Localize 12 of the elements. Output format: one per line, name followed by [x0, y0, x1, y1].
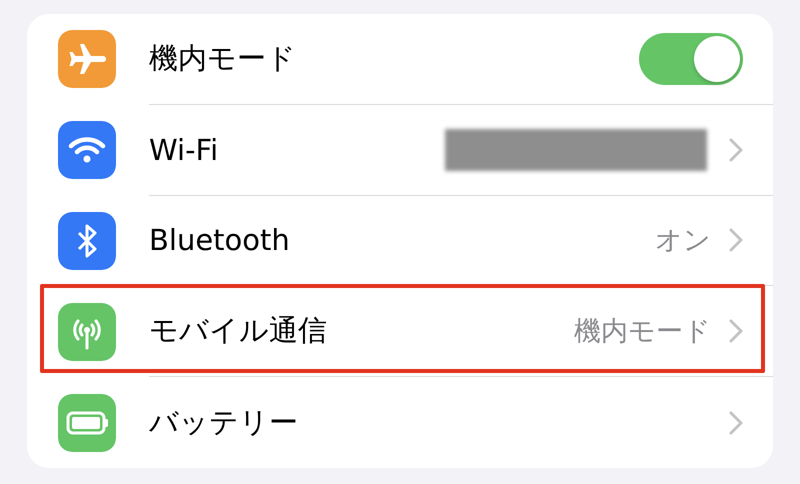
- chevron-icon: [729, 138, 743, 162]
- setting-value: 機内モード: [574, 315, 711, 350]
- chevron-icon: [729, 228, 743, 252]
- setting-label[interactable]: Bluetooth: [149, 223, 655, 258]
- setting-label[interactable]: Wi-Fi: [149, 132, 445, 167]
- setting-label[interactable]: 機内モード: [149, 38, 639, 79]
- toggle-switch[interactable]: [639, 32, 743, 85]
- chevron-icon: [729, 319, 743, 344]
- setting-label[interactable]: バッテリー: [149, 402, 729, 443]
- chevron-icon: [729, 410, 743, 435]
- setting-label[interactable]: モバイル通信: [149, 311, 574, 352]
- setting-value: オン: [655, 224, 711, 258]
